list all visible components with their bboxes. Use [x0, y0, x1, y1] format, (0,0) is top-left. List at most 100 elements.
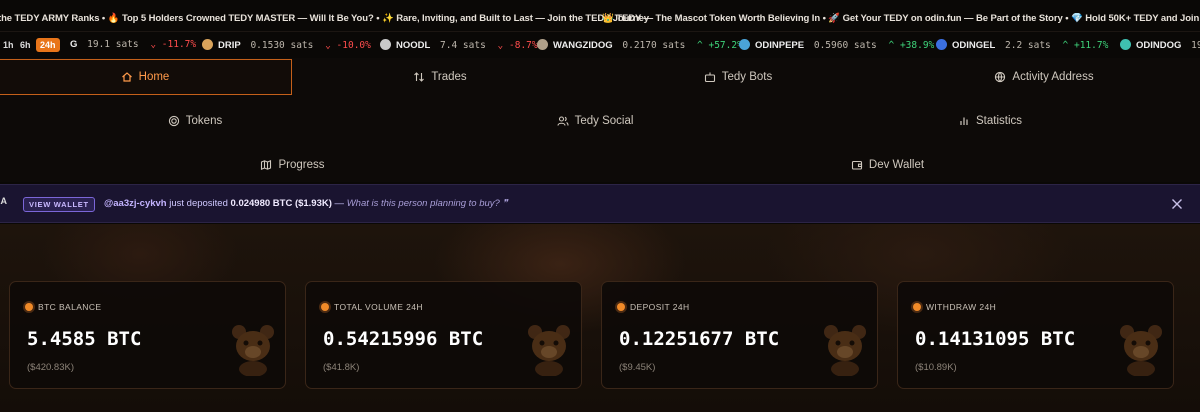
stat-label: TOTAL VOLUME 24H — [334, 302, 423, 312]
stat-card-deposit: DEPOSIT 24H 0.12251677 BTC ($9.45K) — [601, 281, 878, 389]
stat-card-total-volume: TOTAL VOLUME 24H 0.54215996 BTC ($41.8K) — [305, 281, 582, 389]
bear-mascot-icon — [824, 325, 866, 376]
globe-icon — [995, 71, 1006, 83]
nav-label: Statistics — [975, 115, 1022, 127]
nav-tokens[interactable]: Tokens — [0, 103, 390, 139]
nav-label: Tokens — [185, 115, 223, 127]
activity-separator: — — [331, 198, 347, 209]
stat-usd: ($9.45K) — [619, 362, 656, 373]
status-dot — [913, 303, 921, 311]
ticker-name: ODINPEPE — [755, 40, 805, 51]
ticker-change: ^ +11.7% — [1062, 40, 1109, 51]
nav-label: Dev Wallet — [868, 159, 925, 171]
token-icon — [168, 115, 179, 127]
ticker-price: 0.1530 sats — [250, 40, 314, 51]
ticker-price: 7.4 sats — [440, 40, 486, 51]
stat-label: WITHDRAW 24H — [926, 302, 997, 312]
ticker-change: ⌄ -11.7% — [150, 39, 197, 50]
status-dot — [617, 303, 625, 311]
nav-label: Activity Address — [1012, 71, 1094, 83]
nav-dev-wallet[interactable]: Dev Wallet — [590, 147, 1185, 183]
stat-label: DEPOSIT 24H — [630, 302, 690, 312]
nav-tedy-bots[interactable]: Tedy Bots — [588, 59, 888, 95]
ticker-name: ODINGEL — [952, 40, 996, 51]
bar-chart-icon — [960, 117, 968, 125]
announcement-segment: 👑 TEDY — The Mascot Token Worth Believin… — [602, 13, 1200, 24]
stat-usd: ($10.89K) — [915, 362, 957, 373]
ticker-item[interactable]: DRIP 0.1530 sats ⌄ -10.0% — [202, 39, 371, 52]
stat-card-withdraw: WITHDRAW 24H 0.14131095 BTC ($10.89K) — [897, 281, 1174, 389]
activity-user-link[interactable]: @aa3zj-cykvh — [104, 198, 167, 209]
timeframe-24h[interactable]: 24h — [36, 38, 60, 52]
ticker-change: ^ +38.9% — [888, 40, 935, 51]
announcement-track: the TEDY ARMY Ranks • 🔥 Top 5 Holders Cr… — [0, 13, 1200, 24]
stat-usd: ($41.8K) — [323, 362, 360, 373]
stat-value: 0.14131095 BTC — [915, 328, 1076, 350]
coin-icon — [537, 39, 548, 50]
quote-icon: ❞ — [502, 198, 508, 209]
stat-usd: ($420.83K) — [27, 362, 75, 373]
wallet-icon — [851, 160, 862, 170]
bear-mascot-icon — [232, 325, 274, 376]
nav-trades[interactable]: Trades — [292, 59, 588, 95]
nav-activity-address[interactable]: Activity Address — [888, 59, 1200, 95]
activity-question: What is this person planning to buy? — [346, 198, 500, 209]
nav-label: Progress — [278, 159, 325, 171]
stat-label: BTC BALANCE — [38, 302, 102, 312]
ticker-price: 19.1 — [1191, 40, 1200, 51]
coin-icon — [202, 39, 213, 50]
ticker-item[interactable]: ODINPEPE 0.5960 sats ^ +38.9% — [739, 39, 934, 52]
activity-action: just deposited — [166, 198, 231, 209]
coin-icon — [936, 39, 947, 50]
ticker-price: 19.1 sats — [87, 39, 139, 50]
coin-icon — [1120, 39, 1131, 50]
activity-amount: 0.024980 BTC ($1.93K) — [230, 198, 332, 209]
announcement-segment: the TEDY ARMY Ranks • 🔥 Top 5 Holders Cr… — [0, 13, 649, 24]
announcement-marquee: the TEDY ARMY Ranks • 🔥 Top 5 Holders Cr… — [0, 0, 1200, 32]
nav-statistics[interactable]: Statistics — [790, 103, 1190, 139]
close-icon[interactable] — [1170, 197, 1184, 211]
timeframe-6h[interactable]: 6h — [20, 38, 31, 52]
coin-icon — [380, 39, 391, 50]
activity-message: @aa3zj-cykvh just deposited 0.024980 BTC… — [104, 198, 508, 209]
avatar: AA — [0, 196, 7, 206]
stat-value: 0.54215996 BTC — [323, 328, 484, 350]
nav-progress[interactable]: Progress — [0, 147, 585, 183]
home-icon — [121, 72, 132, 82]
stat-value: 0.12251677 BTC — [619, 328, 780, 350]
ticker-price: 0.2170 sats — [622, 40, 686, 51]
stat-value: 5.4585 BTC — [27, 328, 142, 350]
timeframe-1h[interactable]: 1h — [3, 38, 14, 52]
ticker-change: ⌄ -8.7% — [497, 40, 538, 51]
map-icon — [261, 159, 272, 171]
bear-mascot-icon — [1120, 325, 1162, 376]
nav-label: Trades — [431, 71, 467, 83]
nav-tedy-social[interactable]: Tedy Social — [395, 103, 795, 139]
nav-label: Tedy Social — [574, 115, 634, 127]
view-wallet-button[interactable]: VIEW WALLET — [23, 197, 95, 212]
ticker-item[interactable]: WANGZIDOG 0.2170 sats ^ +57.2% — [537, 39, 743, 52]
bot-icon — [704, 72, 715, 83]
status-dot — [321, 303, 329, 311]
ticker-item[interactable]: G 19.1 sats ⌄ -11.7% — [70, 39, 196, 51]
swap-icon — [414, 72, 425, 82]
price-ticker: 1h 6h 24h G 19.1 sats ⌄ -11.7% DRIP 0.15… — [0, 32, 1200, 58]
ticker-change: ^ +57.2% — [697, 40, 743, 51]
status-dot — [25, 303, 33, 311]
bear-mascot-icon — [528, 325, 570, 376]
nav-label: Home — [138, 71, 170, 83]
stat-card-btc-balance: BTC BALANCE 5.4585 BTC ($420.83K) — [9, 281, 286, 389]
ticker-name: DRIP — [218, 40, 241, 51]
users-icon — [557, 116, 569, 126]
ticker-item[interactable]: ODINDOG 19.1 — [1120, 39, 1200, 52]
ticker-item[interactable]: NOODL 7.4 sats ⌄ -8.7% — [380, 39, 538, 52]
ticker-item[interactable]: ODINGEL 2.2 sats ^ +11.7% — [936, 39, 1108, 52]
nav-label: Tedy Bots — [721, 71, 773, 83]
main-nav: Home Trades Tedy Bots Activity Address T… — [0, 58, 1200, 182]
ticker-name: G — [70, 39, 78, 50]
nav-home[interactable]: Home — [0, 59, 292, 95]
coin-icon — [739, 39, 750, 50]
ticker-name: ODINDOG — [1136, 40, 1182, 51]
activity-notification: AA VIEW WALLET @aa3zj-cykvh just deposit… — [0, 184, 1200, 223]
ticker-name: NOODL — [396, 40, 431, 51]
